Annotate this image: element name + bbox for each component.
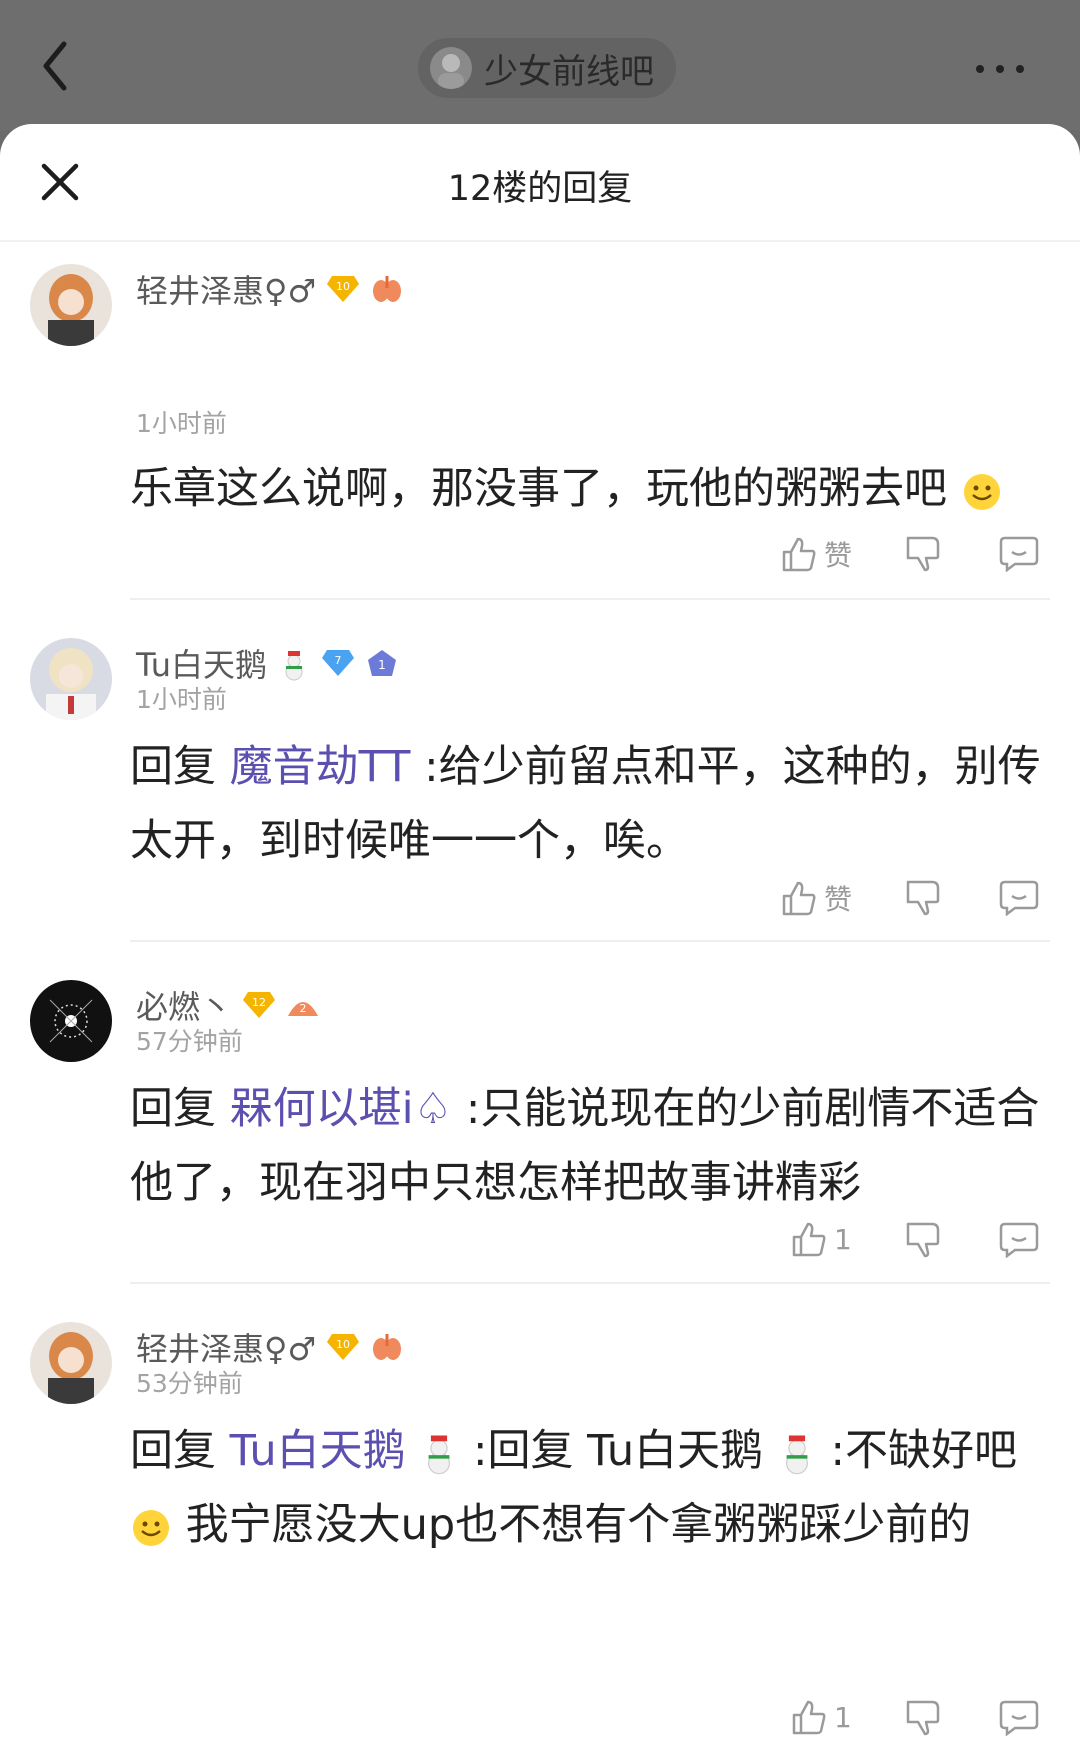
thumbs-down-icon — [906, 880, 940, 916]
like-count: 1 — [834, 1222, 852, 1256]
post-time: 53分钟前 — [136, 1369, 243, 1398]
level-badge: 10 — [326, 1332, 360, 1362]
smile-emoji-icon — [961, 471, 1003, 513]
reply-prefix: 回复 — [130, 742, 216, 792]
username-row: 轻井泽惠♀♂ 10 — [136, 266, 404, 312]
avatar[interactable] — [30, 980, 112, 1062]
forum-title-pill[interactable]: 少女前线吧 — [418, 38, 676, 98]
thumbs-up-icon — [792, 1700, 826, 1735]
thumbs-up-icon — [782, 537, 816, 572]
thumbs-up-icon — [782, 881, 816, 916]
mention-link[interactable]: 魔音劫TT — [230, 742, 411, 792]
reply-content: 回复 Tu白天鹅 :回复 Tu白天鹅 :不缺好吧 我宁愿没大up也不想有个拿粥粥… — [130, 1414, 1050, 1562]
reply-content: 回复 槑何以堪i♤ :只能说现在的少前剧情不适合他了，现在羽中只想怎样把故事讲精… — [130, 1072, 1050, 1220]
top-nav-bar: 少女前线吧 — [0, 0, 1080, 130]
post-time: 1小时前 — [136, 685, 227, 714]
smile-emoji-icon — [130, 1507, 172, 1549]
more-dots-icon — [976, 65, 984, 73]
dislike-button[interactable] — [904, 878, 942, 916]
more-button[interactable] — [976, 54, 1036, 84]
snowman-emoji-icon — [419, 1432, 459, 1476]
thumbs-down-icon — [906, 1222, 940, 1258]
reply-prefix: 回复 — [130, 1084, 216, 1134]
level-badge: 10 — [326, 274, 360, 304]
like-button[interactable]: 赞 — [780, 878, 852, 918]
reply-item: 必燃丶 12 2 57分钟前 回复 槑何以堪i♤ :只能说现在的少前剧情不适合他… — [0, 942, 1080, 1284]
svg-text:7: 7 — [334, 654, 341, 667]
avatar[interactable] — [30, 264, 112, 346]
comment-icon — [999, 1700, 1039, 1736]
rank-badge: 1 — [365, 648, 399, 678]
like-button[interactable]: 1 — [790, 1220, 852, 1258]
reply-text-c: 我宁愿没大up也不想有个拿粥粥踩少前的 — [185, 1500, 972, 1550]
reply-item: Tu白天鹅 7 1 1小时前 回复 魔音劫TT :给少前留点和平，这种的，别传太… — [0, 600, 1080, 942]
reply-text-b: :不缺好吧 — [830, 1426, 1018, 1476]
medal-badge-icon: 2 — [286, 990, 320, 1020]
dislike-button[interactable] — [904, 534, 942, 572]
avatar[interactable] — [30, 638, 112, 720]
like-label: 赞 — [824, 883, 853, 916]
comment-icon — [999, 1222, 1039, 1258]
reply-content: 乐章这么说啊，那没事了，玩他的粥粥去吧 — [130, 452, 1050, 526]
thumbs-down-icon — [906, 536, 940, 572]
chevron-left-icon — [43, 41, 67, 91]
username[interactable]: 轻井泽惠♀♂ — [136, 266, 316, 312]
action-bar: 赞 — [0, 534, 1080, 584]
reply-text: 乐章这么说啊，那没事了，玩他的粥粥去吧 — [130, 464, 947, 514]
svg-text:1: 1 — [378, 658, 386, 672]
svg-text:2: 2 — [300, 1002, 307, 1015]
svg-text:10: 10 — [336, 280, 350, 293]
like-label: 赞 — [824, 539, 853, 572]
back-button[interactable] — [34, 36, 82, 96]
comment-icon — [999, 880, 1039, 916]
like-button[interactable]: 赞 — [780, 534, 852, 574]
action-bar: 1 — [0, 1220, 1080, 1270]
reply-item: 轻井泽惠♀♂ 10 1小时前 乐章这么说啊，那没事了，玩他的粥粥去吧 赞 — [0, 240, 1080, 600]
mention-link[interactable]: 槑何以堪i♤ — [230, 1084, 453, 1134]
snowman-emoji-icon — [777, 1432, 817, 1476]
svg-text:10: 10 — [336, 1338, 350, 1351]
reply-item: 轻井泽惠♀♂ 10 53分钟前 回复 Tu白天鹅 :回复 Tu白天鹅 :不缺好吧… — [0, 1284, 1080, 1756]
reply-content: 回复 魔音劫TT :给少前留点和平，这种的，别传太开，到时候唯一一个，唉。 — [130, 730, 1050, 878]
sheet-title: 12楼的回复 — [447, 169, 633, 209]
level-badge: 12 — [242, 990, 276, 1020]
comment-button[interactable] — [999, 1698, 1039, 1736]
comment-button[interactable] — [999, 534, 1039, 572]
lungs-badge-icon — [370, 274, 404, 304]
forum-name: 少女前线吧 — [484, 51, 654, 92]
snowman-emoji-icon — [277, 648, 311, 681]
comment-icon — [999, 536, 1039, 572]
reply-text-a: :回复 Tu白天鹅 — [473, 1426, 764, 1476]
comment-button[interactable] — [999, 878, 1039, 916]
action-bar: 1 — [0, 1698, 1080, 1748]
dislike-button[interactable] — [904, 1698, 942, 1736]
comment-button[interactable] — [999, 1220, 1039, 1258]
avatar[interactable] — [30, 1322, 112, 1404]
mention-link[interactable]: Tu白天鹅 — [230, 1426, 406, 1476]
post-time: 57分钟前 — [136, 1027, 243, 1056]
svg-text:12: 12 — [252, 996, 266, 1009]
forum-avatar — [430, 47, 472, 89]
thumbs-down-icon — [906, 1700, 940, 1736]
like-button[interactable]: 1 — [790, 1698, 852, 1736]
action-bar: 赞 — [0, 878, 1080, 928]
reply-prefix: 回复 — [130, 1426, 216, 1476]
lungs-badge-icon — [370, 1332, 404, 1362]
replies-sheet: 12楼的回复 轻井泽惠♀♂ 10 1小时前 乐章这么说啊，那没事了，玩他的粥粥去… — [0, 124, 1080, 1756]
dislike-button[interactable] — [904, 1220, 942, 1258]
like-count: 1 — [834, 1700, 852, 1734]
sheet-header: 12楼的回复 — [0, 124, 1080, 242]
thumbs-up-icon — [792, 1222, 826, 1257]
level-badge: 7 — [321, 648, 355, 678]
post-time: 1小时前 — [136, 409, 227, 438]
